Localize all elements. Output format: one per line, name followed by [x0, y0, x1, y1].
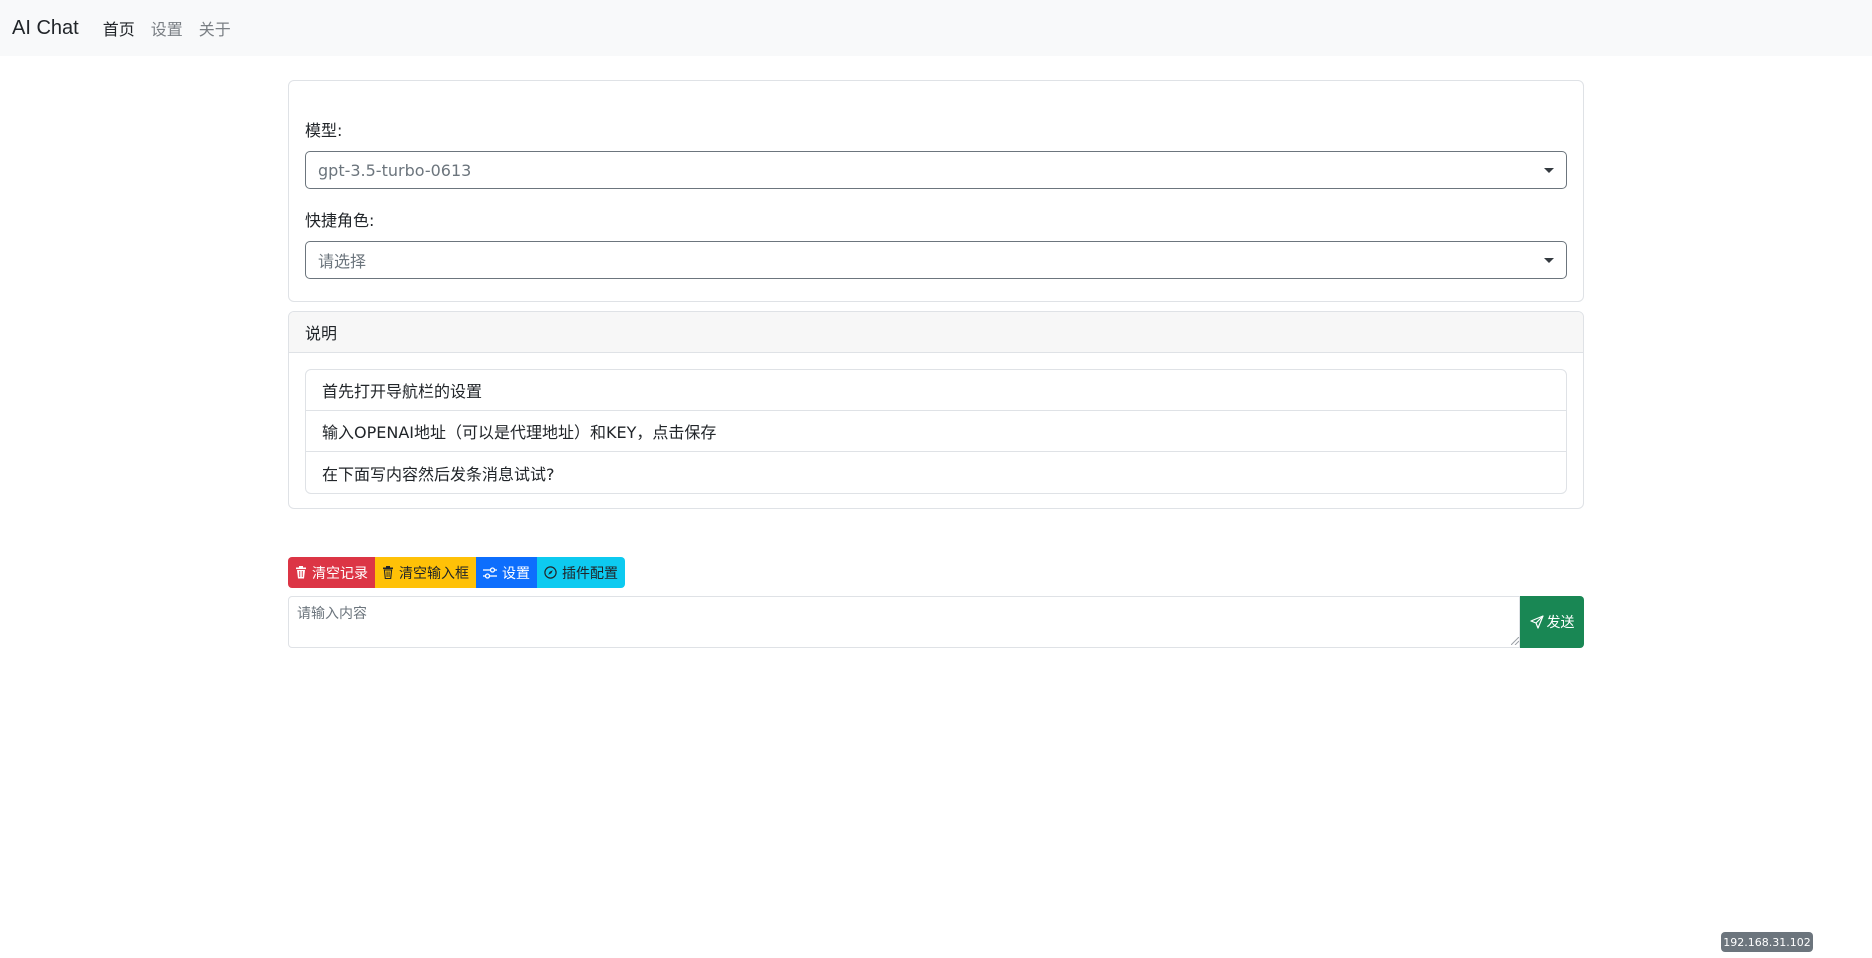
trash-icon [383, 566, 393, 579]
model-select-value: gpt-3.5-turbo-0613 [318, 160, 472, 180]
instructions-card: 说明 首先打开导航栏的设置 输入OPENAI地址（可以是代理地址）和KEY，点击… [288, 311, 1584, 509]
plugin-config-label: 插件配置 [562, 565, 618, 582]
action-toolbar: 清空记录 清空输入框 设置 插件配置 [288, 557, 1584, 588]
list-item: 首先打开导航栏的设置 [306, 370, 1566, 411]
send-button[interactable]: 发送 [1520, 596, 1584, 648]
clear-history-label: 清空记录 [312, 565, 368, 582]
sliders-icon [483, 566, 497, 579]
clear-input-label: 清空输入框 [399, 565, 469, 582]
resize-grip-icon[interactable] [1511, 637, 1519, 645]
role-select[interactable]: 请选择 [305, 241, 1567, 279]
chevron-down-icon [1544, 168, 1554, 173]
model-label: 模型: [305, 121, 343, 140]
clear-history-button[interactable]: 清空记录 [288, 557, 375, 588]
main-container: 模型: gpt-3.5-turbo-0613 快捷角色: 请选择 说明 首先打开… [288, 80, 1584, 648]
composer-row: 发送 [288, 596, 1584, 648]
nav-link-home[interactable]: 首页 [103, 16, 135, 40]
settings-label: 设置 [502, 565, 530, 582]
nav-link-settings[interactable]: 设置 [151, 16, 183, 40]
settings-button[interactable]: 设置 [476, 557, 537, 588]
list-item: 输入OPENAI地址（可以是代理地址）和KEY，点击保存 [306, 411, 1566, 452]
role-select-placeholder: 请选择 [318, 252, 367, 271]
nav-link-about[interactable]: 关于 [199, 16, 231, 40]
brand-title[interactable]: AI Chat [12, 17, 79, 40]
clear-input-button[interactable]: 清空输入框 [375, 557, 476, 588]
send-label: 发送 [1546, 615, 1575, 631]
compass-icon [544, 566, 557, 579]
instructions-header: 说明 [289, 312, 1583, 353]
ip-address-badge: 192.168.31.102 [1721, 932, 1813, 952]
model-select[interactable]: gpt-3.5-turbo-0613 [305, 151, 1567, 189]
message-input[interactable] [288, 596, 1520, 648]
instructions-list: 首先打开导航栏的设置 输入OPENAI地址（可以是代理地址）和KEY，点击保存 … [305, 369, 1567, 494]
settings-card: 模型: gpt-3.5-turbo-0613 快捷角色: 请选择 [288, 80, 1584, 302]
role-label: 快捷角色: [305, 211, 375, 230]
send-icon [1529, 615, 1544, 629]
list-item: 在下面写内容然后发条消息试试? [322, 464, 555, 484]
plugin-config-button[interactable]: 插件配置 [537, 557, 625, 588]
chevron-down-icon [1544, 258, 1554, 263]
navbar: AI Chat 首页 设置 关于 [0, 0, 1872, 56]
trash-icon [296, 566, 306, 579]
